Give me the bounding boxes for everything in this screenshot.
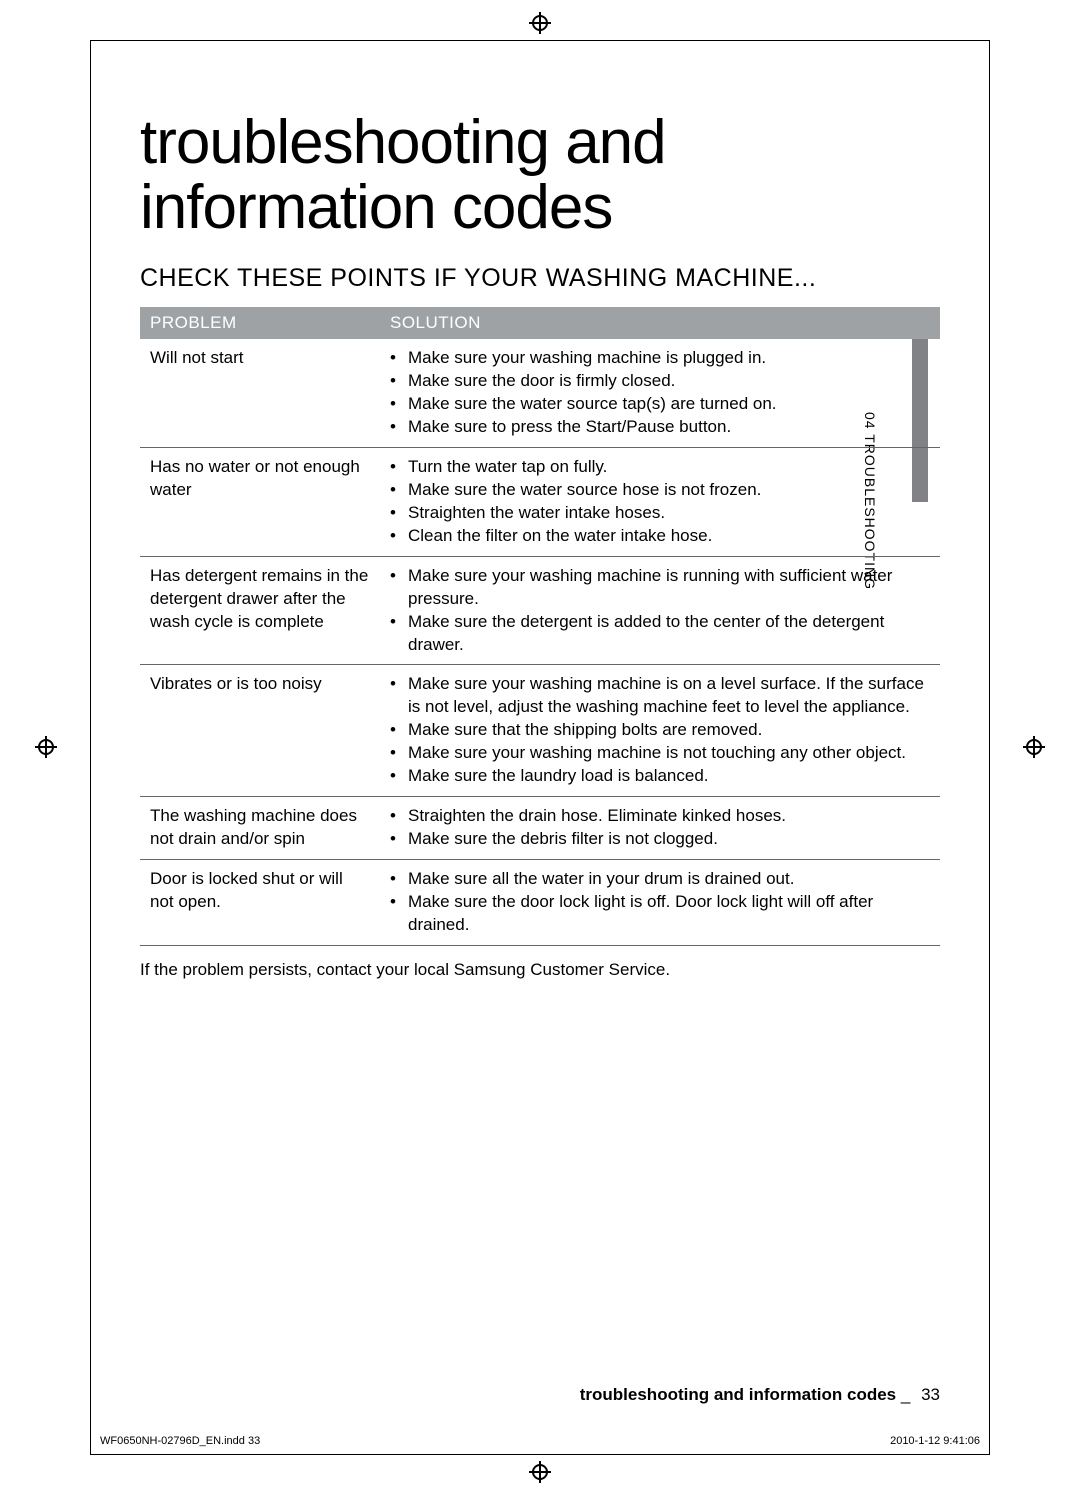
- problem-cell: Vibrates or is too noisy: [140, 665, 380, 797]
- solution-list: Make sure all the water in your drum is …: [390, 868, 930, 937]
- crop-mark-right: [989, 40, 990, 1455]
- solution-item: Straighten the water intake hoses.: [390, 502, 930, 525]
- imposition-slug-file: WF0650NH-02796D_EN.indd 33: [100, 1435, 260, 1447]
- solution-list: Turn the water tap on fully.Make sure th…: [390, 456, 930, 548]
- solution-item: Make sure your washing machine is not to…: [390, 742, 930, 765]
- page-number: 33: [921, 1385, 940, 1405]
- solution-cell: Make sure your washing machine is runnin…: [380, 556, 940, 665]
- solution-cell: Straighten the drain hose. Eliminate kin…: [380, 797, 940, 860]
- solution-item: Make sure the laundry load is balanced.: [390, 765, 930, 788]
- running-footer: troubleshooting and information codes _ …: [580, 1385, 940, 1405]
- footer-sep: _: [901, 1385, 910, 1404]
- crop-mark-left: [90, 40, 91, 1455]
- col-header-solution: SOLUTION: [380, 307, 940, 339]
- problem-cell: Will not start: [140, 339, 380, 447]
- table-row: Will not start Make sure your washing mac…: [140, 339, 940, 447]
- solution-item: Make sure the door is firmly closed.: [390, 370, 930, 393]
- solution-cell: Turn the water tap on fully.Make sure th…: [380, 447, 940, 556]
- solution-list: Make sure your washing machine is runnin…: [390, 565, 930, 657]
- problem-cell: Has detergent remains in the detergent d…: [140, 556, 380, 665]
- solution-item: Clean the filter on the water intake hos…: [390, 525, 930, 548]
- registration-mark-icon: [529, 12, 551, 34]
- col-header-problem: PROBLEM: [140, 307, 380, 339]
- solution-list: Make sure your washing machine is plugge…: [390, 347, 930, 439]
- solution-item: Make sure the detergent is added to the …: [390, 611, 930, 657]
- table-header-row: PROBLEM SOLUTION: [140, 307, 940, 339]
- footer-title: troubleshooting and information codes: [580, 1385, 896, 1404]
- solution-item: Make sure all the water in your drum is …: [390, 868, 930, 891]
- solution-item: Straighten the drain hose. Eliminate kin…: [390, 805, 930, 828]
- solution-item: Make sure the door lock light is off. Do…: [390, 891, 930, 937]
- solution-cell: Make sure all the water in your drum is …: [380, 860, 940, 946]
- problem-cell: Door is locked shut or will not open.: [140, 860, 380, 946]
- section-heading: CHECK THESE POINTS IF YOUR WASHING MACHI…: [140, 264, 940, 293]
- solution-item: Turn the water tap on fully.: [390, 456, 930, 479]
- registration-mark-icon: [529, 1461, 551, 1483]
- solution-cell: Make sure your washing machine is plugge…: [380, 339, 940, 447]
- page: 04 TROUBLESHOOTING troubleshooting and i…: [0, 0, 1080, 1495]
- page-title: troubleshooting and information codes: [140, 110, 940, 240]
- problem-cell: Has no water or not enough water: [140, 447, 380, 556]
- table-row: The washing machine does not drain and/o…: [140, 797, 940, 860]
- solution-item: Make sure the water source hose is not f…: [390, 479, 930, 502]
- solution-item: Make sure your washing machine is on a l…: [390, 673, 930, 719]
- table-row: Door is locked shut or will not open.Mak…: [140, 860, 940, 946]
- table-row: Has no water or not enough waterTurn the…: [140, 447, 940, 556]
- table-row: Vibrates or is too noisyMake sure your w…: [140, 665, 940, 797]
- table-row: Has detergent remains in the detergent d…: [140, 556, 940, 665]
- solution-item: Make sure the debris filter is not clogg…: [390, 828, 930, 851]
- solution-item: Make sure that the shipping bolts are re…: [390, 719, 930, 742]
- registration-mark-icon: [35, 736, 57, 758]
- registration-mark-icon: [1023, 736, 1045, 758]
- solution-cell: Make sure your washing machine is on a l…: [380, 665, 940, 797]
- footnote: If the problem persists, contact your lo…: [140, 960, 940, 980]
- solution-list: Make sure your washing machine is on a l…: [390, 673, 930, 788]
- problem-cell: The washing machine does not drain and/o…: [140, 797, 380, 860]
- troubleshooting-table: PROBLEM SOLUTION Will not start Make sure…: [140, 307, 940, 946]
- solution-item: Make sure to press the Start/Pause butto…: [390, 416, 930, 439]
- crop-mark-bottom: [90, 1454, 990, 1455]
- content-area: troubleshooting and information codes CH…: [140, 110, 940, 980]
- solution-item: Make sure your washing machine is plugge…: [390, 347, 930, 370]
- crop-mark-top: [90, 40, 990, 41]
- solution-list: Straighten the drain hose. Eliminate kin…: [390, 805, 930, 851]
- solution-item: Make sure the water source tap(s) are tu…: [390, 393, 930, 416]
- imposition-slug-date: 2010-1-12 9:41:06: [890, 1435, 980, 1447]
- solution-item: Make sure your washing machine is runnin…: [390, 565, 930, 611]
